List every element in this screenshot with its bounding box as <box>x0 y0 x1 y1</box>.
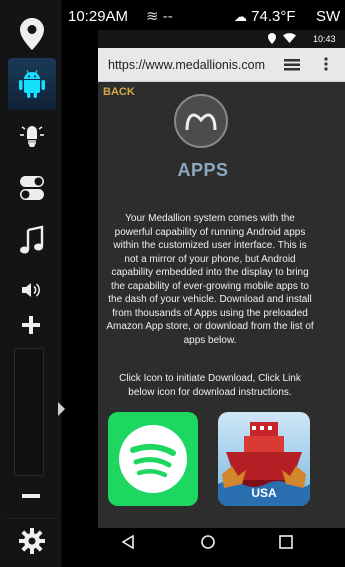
navigation-button[interactable] <box>8 8 56 60</box>
description-text: Your Medallion system comes with the pow… <box>106 213 314 346</box>
music-button[interactable] <box>8 214 56 266</box>
wind-indicator: ≋ -- <box>146 8 173 25</box>
lighting-button[interactable] <box>8 110 56 162</box>
light-bulb-icon <box>20 126 44 147</box>
android-screen: 10:43 https://www.medallionis.com BACK A… <box>98 30 345 558</box>
map-pin-icon <box>20 18 44 50</box>
wifi-icon <box>283 33 296 43</box>
volume-slider[interactable] <box>14 348 44 476</box>
medallion-logo <box>174 94 228 148</box>
overflow-menu-icon[interactable] <box>324 57 328 71</box>
recents-square-icon[interactable] <box>278 534 294 550</box>
url-text[interactable]: https://www.medallionis.com <box>108 58 268 72</box>
volume-down-button[interactable] <box>20 485 42 507</box>
tabs-icon[interactable] <box>284 59 300 71</box>
usa-label: USA <box>251 486 277 500</box>
instructions-text: Click Icon to initiate Download, Click L… <box>119 373 301 398</box>
spotify-app-tile[interactable] <box>108 412 198 506</box>
medallion-m-icon <box>185 113 217 131</box>
clock: 10:29AM <box>68 8 129 25</box>
marine-navigation-usa-app-tile[interactable]: USA <box>218 412 310 506</box>
back-triangle-icon[interactable] <box>120 534 136 550</box>
volume-up-button[interactable] <box>20 314 42 336</box>
switches-button[interactable] <box>8 162 56 214</box>
browser-url-bar[interactable]: https://www.medallionis.com <box>98 48 345 82</box>
android-clock: 10:43 <box>313 34 336 44</box>
toggle-switch-icon <box>20 176 44 200</box>
weather-temperature: ☁ 74.3°F <box>234 8 296 25</box>
head-unit-status-bar: 10:29AM ≋ -- ☁ 74.3°F SW <box>62 0 345 30</box>
android-icon <box>19 70 45 98</box>
music-note-icon <box>20 225 44 254</box>
page-title: APPS <box>177 160 229 180</box>
android-nav-bar <box>98 528 345 558</box>
location-icon <box>268 33 276 44</box>
gear-icon <box>19 527 45 554</box>
android-status-bar: 10:43 <box>98 30 345 48</box>
settings-button[interactable] <box>6 518 58 562</box>
home-circle-icon[interactable] <box>200 534 216 550</box>
cloud-sun-icon: ☁ <box>234 9 247 24</box>
volume-icon <box>22 283 40 297</box>
side-rail <box>0 0 62 567</box>
android-apps-button[interactable] <box>8 58 56 110</box>
spotify-icon <box>119 425 187 493</box>
compass-direction: SW <box>316 8 341 25</box>
back-link[interactable]: BACK <box>103 86 135 98</box>
expand-arrow-icon[interactable] <box>58 402 65 416</box>
